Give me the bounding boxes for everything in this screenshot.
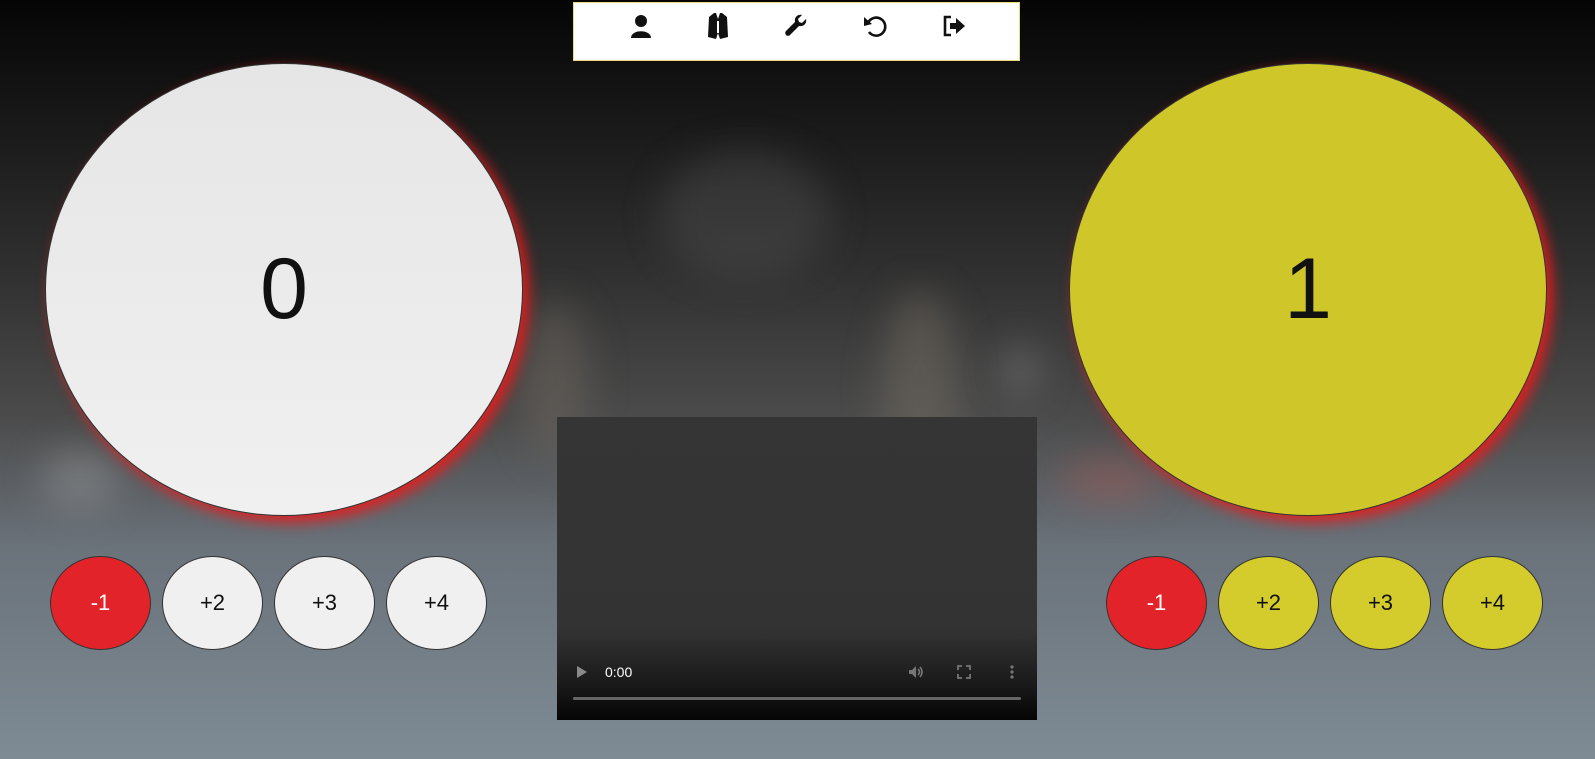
video-controls: 0:00 [557,650,1037,720]
home-plus-4-button[interactable]: +4 [386,556,487,650]
logout-icon[interactable] [939,11,969,41]
video-time: 0:00 [605,664,633,680]
video-progress-bar[interactable] [573,697,1021,700]
away-plus-2-button[interactable]: +2 [1218,556,1319,650]
away-minus-1-button[interactable]: -1 [1106,556,1207,650]
background-blur [1000,345,1040,395]
away-plus-3-button[interactable]: +3 [1330,556,1431,650]
user-icon[interactable] [626,11,656,41]
wrench-icon[interactable] [781,11,811,41]
volume-icon[interactable] [906,662,926,682]
away-score: 1 [1284,241,1332,337]
background-blur [660,150,830,280]
video-player[interactable]: 0:00 [557,417,1037,720]
home-plus-2-button[interactable]: +2 [162,556,263,650]
jersey-icon[interactable] [703,11,733,41]
more-icon[interactable] [1002,662,1022,682]
away-plus-4-button[interactable]: +4 [1442,556,1543,650]
home-minus-1-button[interactable]: -1 [50,556,151,650]
play-icon[interactable] [577,666,587,678]
home-score: 0 [260,241,308,337]
home-plus-3-button[interactable]: +3 [274,556,375,650]
top-toolbar [573,2,1020,61]
background-blur [1060,460,1160,500]
background-blur [40,450,120,510]
away-score-circle[interactable]: 1 [1069,63,1547,516]
home-score-circle[interactable]: 0 [45,63,523,516]
fullscreen-icon[interactable] [954,662,974,682]
undo-icon[interactable] [860,11,890,41]
